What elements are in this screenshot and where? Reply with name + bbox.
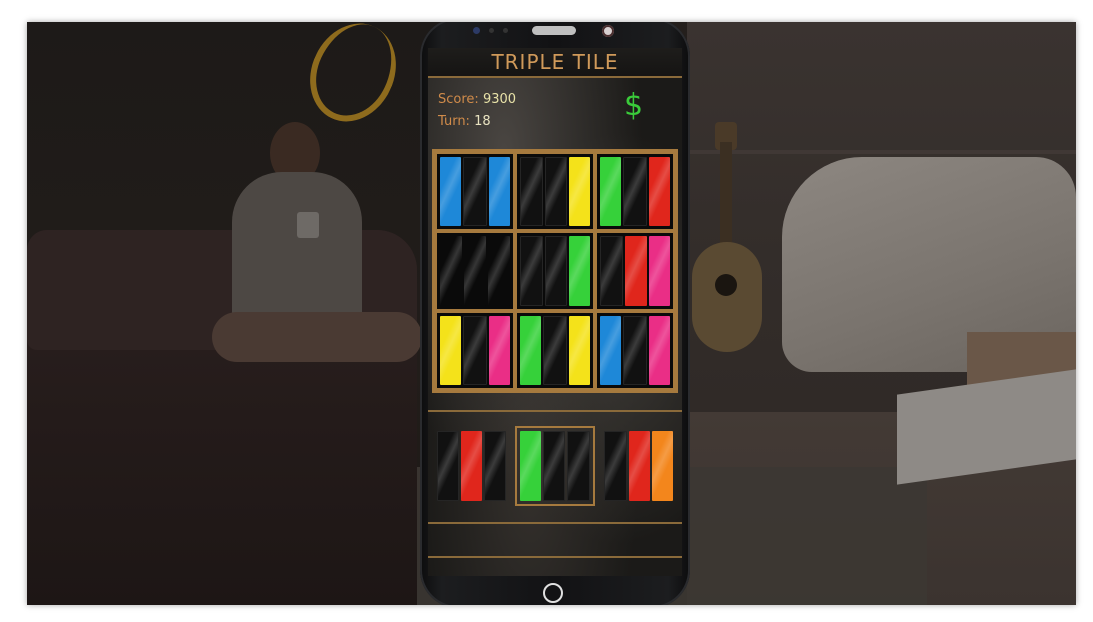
empty-tile-slot: [520, 157, 543, 227]
phone-sensor-icon: [473, 27, 480, 34]
background-wall-trim: [687, 150, 1076, 154]
empty-tile-slot: [567, 431, 590, 501]
green-tile: [569, 236, 591, 306]
background-character-body: [232, 172, 362, 332]
turn-display: Turn: 18: [438, 114, 491, 129]
turn-value: 18: [474, 114, 491, 129]
phone-screen: TRIPLE TILE Score: 9300 Turn: 18 $: [428, 48, 682, 576]
background-guitar-neck: [720, 142, 732, 257]
phone-sensor-icon: [489, 28, 494, 33]
blue-tile: [488, 157, 510, 227]
score-value: 9300: [482, 92, 517, 107]
background-mug: [297, 212, 319, 238]
tile-board: [432, 149, 678, 393]
board-cell[interactable]: [595, 152, 675, 232]
background-guitar-body: [692, 242, 762, 352]
red-tile: [628, 431, 650, 501]
score-label: Score:: [438, 92, 479, 107]
empty-tile-slot: [463, 315, 487, 385]
blank-tile-slot: [440, 236, 462, 306]
board-cell[interactable]: [435, 231, 515, 311]
red-tile: [625, 236, 647, 306]
home-button[interactable]: [543, 583, 563, 603]
score-display: Score: 9300: [438, 92, 516, 107]
empty-tile-slot: [463, 157, 487, 227]
shop-dollar-icon[interactable]: $: [624, 88, 643, 123]
board-cell[interactable]: [435, 152, 515, 232]
empty-tile-slot: [543, 315, 567, 385]
board-cell[interactable]: [515, 310, 595, 390]
yellow-tile: [569, 157, 591, 227]
blue-tile: [600, 315, 622, 385]
pink-tile: [648, 315, 670, 385]
pink-tile: [648, 236, 670, 306]
phone-sensor-icon: [503, 28, 508, 33]
green-tile: [600, 157, 622, 227]
empty-tile-slot: [542, 431, 566, 501]
front-camera-icon: [602, 25, 614, 37]
background-guitar-soundhole: [715, 274, 737, 296]
blank-tile-slot: [488, 236, 510, 306]
board-cell[interactable]: [515, 231, 595, 311]
divider: [428, 410, 682, 412]
divider: [428, 556, 682, 558]
turn-label: Turn:: [438, 114, 470, 129]
tray-piece[interactable]: [599, 426, 678, 506]
yellow-tile: [568, 315, 590, 385]
game-title: TRIPLE TILE: [491, 50, 619, 74]
pink-tile: [488, 315, 510, 385]
divider: [428, 522, 682, 524]
orange-tile: [651, 431, 673, 501]
game-viewport: TRIPLE TILE Score: 9300 Turn: 18 $: [27, 22, 1076, 605]
red-tile: [461, 431, 482, 501]
empty-tile-slot: [600, 236, 624, 306]
phone-speaker: [532, 26, 576, 35]
empty-tile-slot: [437, 431, 460, 501]
empty-tile-slot: [623, 157, 647, 227]
blue-tile: [440, 157, 462, 227]
game-title-bar: TRIPLE TILE: [428, 48, 682, 78]
board-cell[interactable]: [595, 310, 675, 390]
empty-tile-slot: [544, 236, 568, 306]
green-tile: [520, 431, 541, 501]
phone-device: TRIPLE TILE Score: 9300 Turn: 18 $: [420, 22, 690, 605]
empty-tile-slot: [520, 236, 543, 306]
blank-tile-slot: [464, 236, 486, 306]
board-cell[interactable]: [435, 310, 515, 390]
yellow-tile: [440, 315, 462, 385]
empty-tile-slot: [623, 315, 647, 385]
board-cell[interactable]: [515, 152, 595, 232]
background-character-legs: [212, 312, 422, 362]
green-tile: [520, 315, 542, 385]
board-cell[interactable]: [595, 231, 675, 311]
tile-tray: [432, 426, 678, 506]
empty-tile-slot: [603, 431, 627, 501]
tray-piece-selected[interactable]: [515, 426, 595, 506]
tray-piece[interactable]: [432, 426, 511, 506]
empty-tile-slot: [483, 431, 507, 501]
empty-tile-slot: [544, 157, 568, 227]
red-tile: [648, 157, 670, 227]
